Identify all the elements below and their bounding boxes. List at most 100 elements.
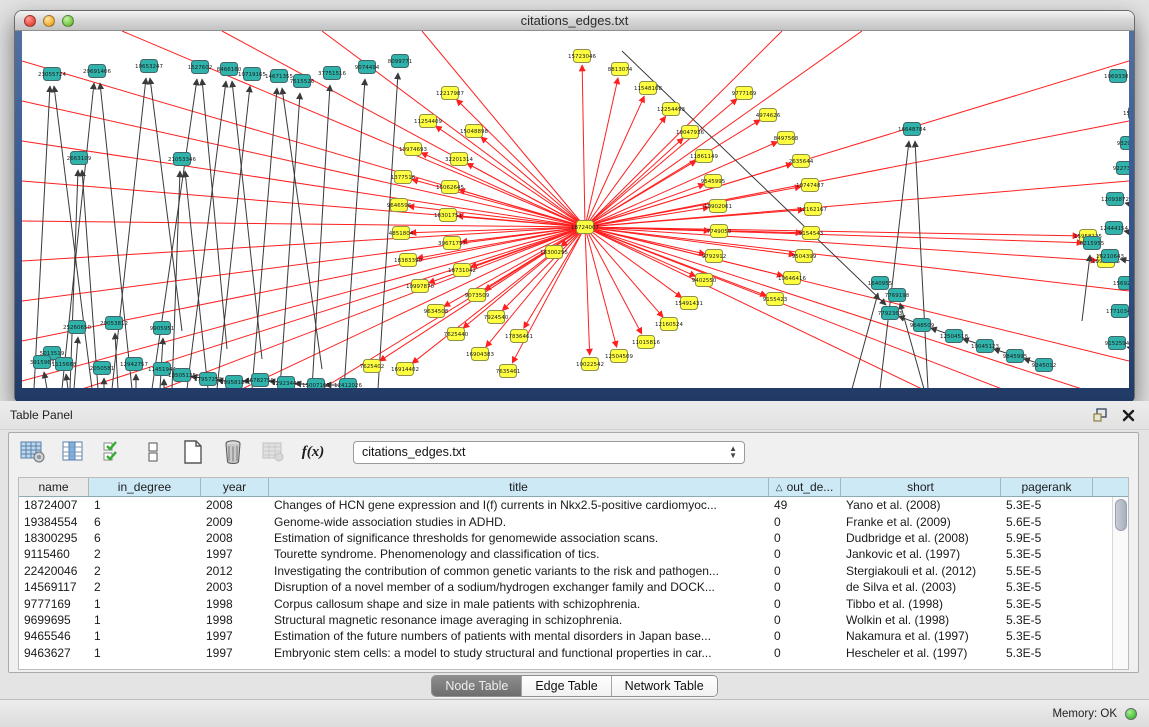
table-settings-icon[interactable] [19,439,47,465]
graph-node[interactable]: 10958187 [220,376,248,389]
graph-node[interactable]: 9905951 [150,322,175,335]
table-scrollbar[interactable] [1112,497,1128,669]
graph-node[interactable]: 23055724 [38,68,66,81]
graph-node[interactable]: 9073509 [465,289,490,302]
graph-node[interactable]: 12217987 [436,87,464,100]
graph-node[interactable]: 17710345 [1106,305,1129,318]
graph-node[interactable]: 9152594 [1105,337,1129,350]
graph-node[interactable]: 8497568 [774,132,799,145]
graph-node[interactable]: 12254493 [657,103,685,116]
graph-node[interactable]: 16904383 [466,348,494,361]
graph-node[interactable]: 7769198 [885,289,910,302]
graph-node[interactable]: 12444154 [1100,222,1128,235]
graph-node[interactable]: 1115688 [52,358,77,371]
graph-node[interactable]: 9504399 [792,250,817,263]
column-header-in_degree[interactable]: in_degree [89,478,201,496]
graph-node[interactable]: 10747487 [796,179,824,192]
table-row[interactable]: 2242004622012Investigating the contribut… [19,563,1128,579]
graph-node[interactable]: 12160524 [655,318,683,331]
select-columns-icon[interactable] [99,439,127,465]
graph-node[interactable]: 10045123 [971,340,999,353]
graph-node[interactable]: 11015816 [632,336,660,349]
table-row[interactable]: 977716911998Corpus callosum shape and si… [19,595,1128,611]
graph-node[interactable]: 15491431 [675,297,703,310]
table-row[interactable]: 1938455462009Genome-wide association stu… [19,513,1128,529]
graph-node[interactable]: 7625440 [444,328,469,341]
graph-node[interactable]: 20691406 [83,65,111,78]
graph-node[interactable]: 9777169 [732,87,757,100]
window-titlebar[interactable]: citations_edges.txt [15,11,1134,31]
graph-node[interactable]: 12162167 [799,203,827,216]
graph-node[interactable]: 9792912 [702,250,727,263]
column-header-title[interactable]: title [269,478,769,496]
graph-node[interactable]: 20053812 [100,317,128,330]
graph-node[interactable]: 9154543 [799,227,824,240]
graph-node[interactable]: 1377516 [391,171,416,184]
graph-node[interactable]: 18301751 [434,209,462,222]
row-height-icon[interactable] [139,439,167,465]
graph-node[interactable]: 4974626 [756,109,781,122]
graph-node[interactable]: 10646416 [778,272,806,285]
graph-node[interactable]: 10997870 [406,280,434,293]
graph-node[interactable]: 30671757 [438,237,466,250]
close-window-icon[interactable] [24,15,36,27]
graph-node[interactable]: 7749059 [707,225,732,238]
float-panel-icon[interactable] [1093,408,1108,422]
graph-node[interactable]: 9329966 [1117,137,1129,150]
graph-node[interactable]: 9845995 [1003,350,1028,363]
graph-node[interactable]: 15751074 [1123,107,1129,120]
graph-node[interactable]: 12504509 [605,350,633,363]
table-row[interactable]: 911546021997Tourette syndrome. Phenomeno… [19,546,1128,562]
column-header-short[interactable]: short [841,478,1001,496]
table-row[interactable]: 946554611997Estimation of the future num… [19,628,1128,644]
graph-node[interactable]: 8813074 [608,63,633,76]
new-table-icon[interactable] [179,439,207,465]
graph-node[interactable]: 10902061 [704,200,732,213]
graph-node[interactable]: 9227349 [1113,162,1129,175]
table-row[interactable]: 946362711997Embryonic stem cells: a mode… [19,645,1128,661]
graph-node[interactable]: 12093872 [1101,193,1129,206]
tab-node-table[interactable]: Node Table [432,676,522,696]
graph-node[interactable]: 11254409 [414,115,442,128]
graph-node[interactable]: 9155423 [763,293,788,306]
graph-node[interactable]: 16914402 [391,363,419,376]
table-select-dropdown[interactable]: citations_edges.txt ▲▼ [353,441,745,464]
zoom-window-icon[interactable] [62,15,74,27]
graph-node[interactable]: 37751516 [318,67,346,80]
graph-node[interactable]: 2050581 [90,362,115,375]
graph-node[interactable]: 7635461 [496,365,521,378]
graph-node[interactable]: 9245012 [1032,359,1057,372]
scrollbar-thumb[interactable] [1115,499,1127,531]
import-table-icon[interactable] [259,439,287,465]
graph-node[interactable]: 2635644 [789,155,814,168]
graph-node[interactable]: 10719165 [238,68,266,81]
delete-table-icon[interactable] [219,439,247,465]
column-header-year[interactable]: year [201,478,269,496]
network-canvas[interactable]: 1872400712217987112544091097469313775169… [22,31,1129,388]
network-graph[interactable]: 1872400712217987112544091097469313775169… [22,31,1129,388]
graph-node[interactable]: 15692971 [1113,277,1129,290]
table-row[interactable]: 969969511998Structural magnetic resonanc… [19,612,1128,628]
graph-node[interactable]: 12923446 [272,377,300,389]
graph-node[interactable]: 10693385 [1104,70,1129,83]
graph-node[interactable]: 15007167 [302,379,330,389]
graph-node[interactable]: 7625402 [360,360,385,373]
graph-node[interactable]: 15062645 [436,181,464,194]
graph-node[interactable]: 1527602 [188,61,213,74]
tab-edge-table[interactable]: Edge Table [522,676,611,696]
graph-node[interactable]: 2663109 [67,152,92,165]
table-row[interactable]: 1830029562008Estimation of significance … [19,530,1128,546]
close-panel-icon[interactable] [1122,409,1135,422]
table-row[interactable]: 1456911722003Disruption of a novel membe… [19,579,1128,595]
graph-node[interactable]: 15723046 [568,50,596,63]
column-header-name[interactable]: name [19,478,89,496]
graph-node[interactable]: 7792363 [878,307,903,320]
function-builder-icon[interactable]: f(x) [299,439,327,465]
minimize-window-icon[interactable] [43,15,55,27]
graph-node[interactable]: 10022542 [576,358,604,371]
graph-node[interactable]: 32201314 [445,153,473,166]
graph-node[interactable]: 11548108 [634,82,662,95]
column-header-pagerank[interactable]: pagerank [1001,478,1093,496]
graph-node[interactable]: 7924540 [484,311,509,324]
graph-node[interactable]: 1640955 [868,277,893,290]
